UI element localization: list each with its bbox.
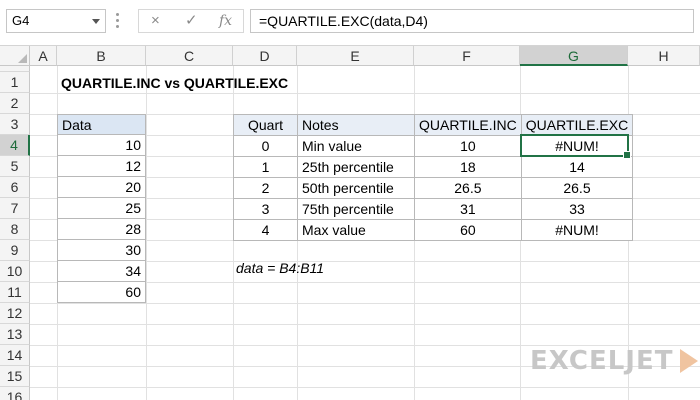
notes-cell[interactable]: Max value: [297, 219, 415, 241]
table-header-row: Quart Notes QUARTILE.INC QUARTILE.EXC: [233, 114, 634, 136]
column-header-c[interactable]: C: [146, 46, 233, 66]
row-header-9[interactable]: 9: [0, 240, 30, 261]
data-cell[interactable]: 60: [57, 282, 146, 303]
row-header-7[interactable]: 7: [0, 198, 30, 219]
quartile-table: Quart Notes QUARTILE.INC QUARTILE.EXC 0 …: [233, 114, 634, 241]
sheet-title[interactable]: QUARTILE.INC vs QUARTILE.EXC: [61, 73, 288, 94]
logo-text: EXCELJET: [530, 346, 674, 376]
column-header-b[interactable]: B: [57, 46, 146, 66]
table-row: 0 Min value 10 #NUM!: [233, 135, 634, 157]
formula-buttons: × ✓ fx: [138, 9, 244, 33]
column-header-d[interactable]: D: [233, 46, 297, 66]
row-header-4[interactable]: 4: [0, 135, 30, 156]
data-cell[interactable]: 10: [57, 135, 146, 156]
column-header-g[interactable]: G: [520, 46, 628, 66]
row-header-8[interactable]: 8: [0, 219, 30, 240]
column-header-a[interactable]: A: [30, 46, 57, 66]
table-row: 4 Max value 60 #NUM!: [233, 219, 634, 241]
enter-icon[interactable]: ✓: [185, 12, 198, 30]
row-header-10[interactable]: 10: [0, 261, 30, 282]
notes-cell[interactable]: 25th percentile: [297, 156, 415, 178]
row-header-15[interactable]: 15: [0, 366, 30, 387]
exceljet-logo: EXCELJET: [530, 346, 700, 376]
grid-line: [30, 324, 700, 325]
more-options-icon[interactable]: [116, 13, 120, 29]
notes-cell[interactable]: 50th percentile: [297, 177, 415, 199]
data-cell[interactable]: 12: [57, 156, 146, 177]
table-row: 1 25th percentile 18 14: [233, 156, 634, 178]
header-quartile-inc[interactable]: QUARTILE.INC: [414, 114, 522, 136]
column-header-h[interactable]: H: [628, 46, 700, 66]
quartile-exc-cell[interactable]: 26.5: [520, 177, 634, 199]
data-cell[interactable]: 20: [57, 177, 146, 198]
quart-cell[interactable]: 0: [233, 135, 298, 157]
quartile-inc-cell[interactable]: 10: [414, 135, 522, 157]
quartile-exc-cell[interactable]: #NUM!: [520, 219, 634, 241]
quartile-inc-cell[interactable]: 18: [414, 156, 522, 178]
table-row: 2 50th percentile 26.5 26.5: [233, 177, 634, 199]
row-header-spacer: [0, 66, 30, 72]
chevron-down-icon[interactable]: [92, 19, 100, 24]
data-cell[interactable]: 30: [57, 240, 146, 261]
quartile-exc-cell[interactable]: 33: [520, 198, 634, 220]
quartile-exc-cell[interactable]: #NUM!: [520, 135, 634, 157]
row-header-6[interactable]: 6: [0, 177, 30, 198]
row-header-11[interactable]: 11: [0, 282, 30, 303]
name-box[interactable]: G4: [6, 9, 106, 33]
cancel-icon[interactable]: ×: [151, 12, 160, 30]
name-box-value: G4: [12, 13, 30, 28]
quart-cell[interactable]: 4: [233, 219, 298, 241]
quartile-inc-cell[interactable]: 31: [414, 198, 522, 220]
quartile-inc-cell[interactable]: 60: [414, 219, 522, 241]
row-header-16[interactable]: 16: [0, 387, 30, 400]
quartile-exc-cell[interactable]: 14: [520, 156, 634, 178]
notes-cell[interactable]: Min value: [297, 135, 415, 157]
data-range: Data 10 12 20 25 28 30 34 60: [57, 114, 146, 303]
named-range-note[interactable]: data = B4:B11: [236, 260, 324, 276]
header-quartile-exc[interactable]: QUARTILE.EXC: [520, 114, 634, 136]
grid-line: [146, 66, 147, 400]
quart-cell[interactable]: 2: [233, 177, 298, 199]
row-header-3[interactable]: 3: [0, 114, 30, 135]
quart-cell[interactable]: 1: [233, 156, 298, 178]
formula-bar: G4 × ✓ fx =QUARTILE.EXC(data,D4): [0, 0, 700, 46]
row-header-13[interactable]: 13: [0, 324, 30, 345]
header-quart[interactable]: Quart: [233, 114, 298, 136]
column-header-e[interactable]: E: [297, 46, 414, 66]
row-header-5[interactable]: 5: [0, 156, 30, 177]
quart-cell[interactable]: 3: [233, 198, 298, 220]
data-cell[interactable]: 28: [57, 219, 146, 240]
insert-function-icon[interactable]: fx: [219, 12, 232, 30]
notes-cell[interactable]: 75th percentile: [297, 198, 415, 220]
table-row: 3 75th percentile 31 33: [233, 198, 634, 220]
grid-line: [30, 387, 700, 388]
select-all-button[interactable]: [0, 46, 30, 66]
formula-input[interactable]: =QUARTILE.EXC(data,D4): [250, 9, 694, 33]
data-cell[interactable]: 25: [57, 198, 146, 219]
data-header-cell[interactable]: Data: [57, 114, 146, 135]
quartile-inc-cell[interactable]: 26.5: [414, 177, 522, 199]
logo-arrow-icon: [680, 349, 699, 373]
row-header-2[interactable]: 2: [0, 93, 30, 114]
row-header-12[interactable]: 12: [0, 303, 30, 324]
row-header-14[interactable]: 14: [0, 345, 30, 366]
column-header-f[interactable]: F: [414, 46, 520, 66]
data-cell[interactable]: 34: [57, 261, 146, 282]
grid-line: [30, 303, 700, 304]
row-header-1[interactable]: 1: [0, 72, 30, 93]
header-notes[interactable]: Notes: [297, 114, 415, 136]
